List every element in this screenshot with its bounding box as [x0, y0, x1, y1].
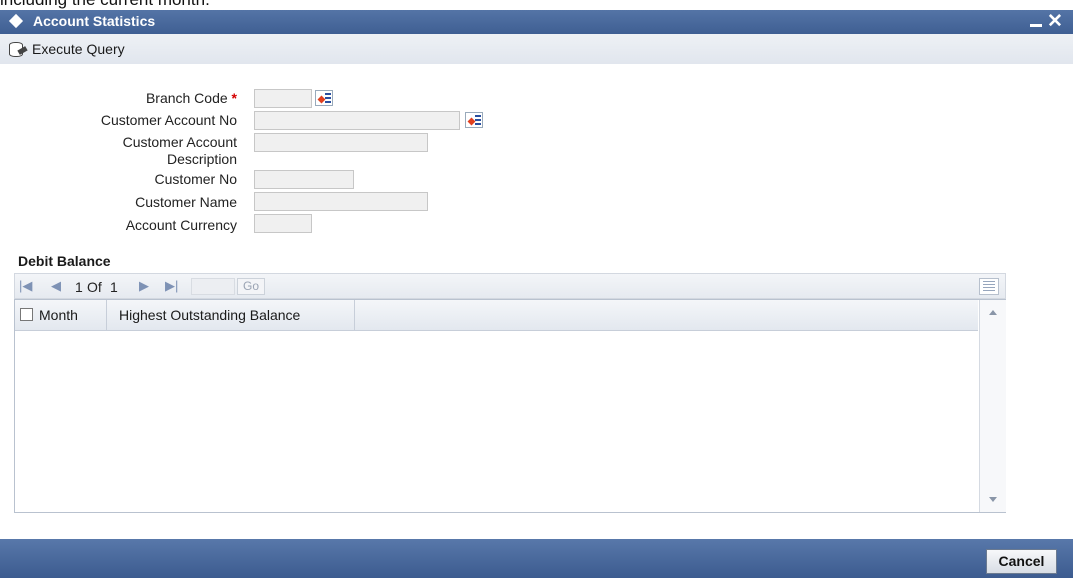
lov-list-icon — [325, 93, 331, 103]
first-page-icon[interactable]: |◀ — [19, 278, 32, 294]
customer-no-label: Customer No — [154, 171, 237, 187]
customer-account-no-field[interactable] — [254, 111, 460, 130]
page-number-input[interactable] — [191, 278, 235, 295]
branch-code-field[interactable] — [254, 89, 312, 108]
column-header-highest-outstanding-balance[interactable]: Highest Outstanding Balance — [107, 300, 355, 330]
select-all-checkbox[interactable] — [20, 308, 33, 321]
close-icon[interactable]: ✕ — [1047, 10, 1063, 33]
scroll-up-icon[interactable] — [989, 310, 997, 315]
debit-balance-title: Debit Balance — [18, 253, 111, 269]
next-page-icon[interactable]: ▶ — [139, 278, 149, 294]
scroll-down-icon[interactable] — [989, 497, 997, 502]
customer-name-label: Customer Name — [135, 194, 237, 210]
customer-account-no-label: Customer Account No — [100, 112, 237, 128]
go-button[interactable]: Go — [237, 278, 265, 295]
branch-code-lov-button[interactable] — [315, 90, 333, 106]
required-marker: * — [231, 90, 237, 106]
branch-code-label-text: Branch Code — [145, 90, 228, 106]
grid-scrollbar[interactable] — [979, 300, 1006, 512]
cropped-instruction-text: including the current month. — [0, 0, 210, 10]
customer-account-no-lov-button[interactable] — [465, 112, 483, 128]
execute-query-label: Execute Query — [32, 41, 125, 57]
last-page-icon[interactable]: ▶| — [165, 278, 178, 294]
customer-no-field[interactable] — [254, 170, 354, 189]
customer-account-description-label-line2: Description — [166, 151, 237, 167]
database-query-icon — [8, 41, 30, 57]
window-title: Account Statistics — [33, 13, 156, 29]
account-currency-field[interactable] — [254, 214, 312, 233]
customer-account-description-label-line1: Customer Account — [122, 134, 237, 150]
lov-list-icon — [475, 115, 481, 125]
page-current: 1 — [75, 279, 83, 295]
page-of-label: Of — [87, 279, 102, 295]
account-currency-label: Account Currency — [125, 217, 237, 233]
grid-settings-icon[interactable] — [979, 278, 999, 295]
window-title-bar: Account Statistics ✕ — [0, 10, 1073, 34]
cancel-button[interactable]: Cancel — [986, 549, 1057, 574]
execute-query-button[interactable]: Execute Query — [8, 41, 125, 57]
minimize-icon[interactable] — [1030, 15, 1042, 29]
window-diamond-icon — [8, 13, 24, 29]
customer-account-description-label: Customer Account Description — [12, 134, 237, 168]
debit-balance-pager: |◀ ◀ 1 Of 1 ▶ ▶| Go — [14, 273, 1006, 299]
branch-code-label: Branch Code * — [12, 90, 237, 107]
customer-name-field[interactable] — [254, 192, 428, 211]
column-header-month[interactable]: Month — [39, 300, 107, 330]
grid-header: Month Highest Outstanding Balance — [15, 300, 978, 331]
footer-bar: Cancel — [0, 539, 1073, 578]
previous-page-icon[interactable]: ◀ — [51, 278, 61, 294]
toolbar: Execute Query — [0, 34, 1073, 64]
page-total: 1 — [110, 279, 118, 295]
debit-balance-grid: Month Highest Outstanding Balance — [14, 299, 1006, 513]
customer-account-description-field[interactable] — [254, 133, 428, 152]
